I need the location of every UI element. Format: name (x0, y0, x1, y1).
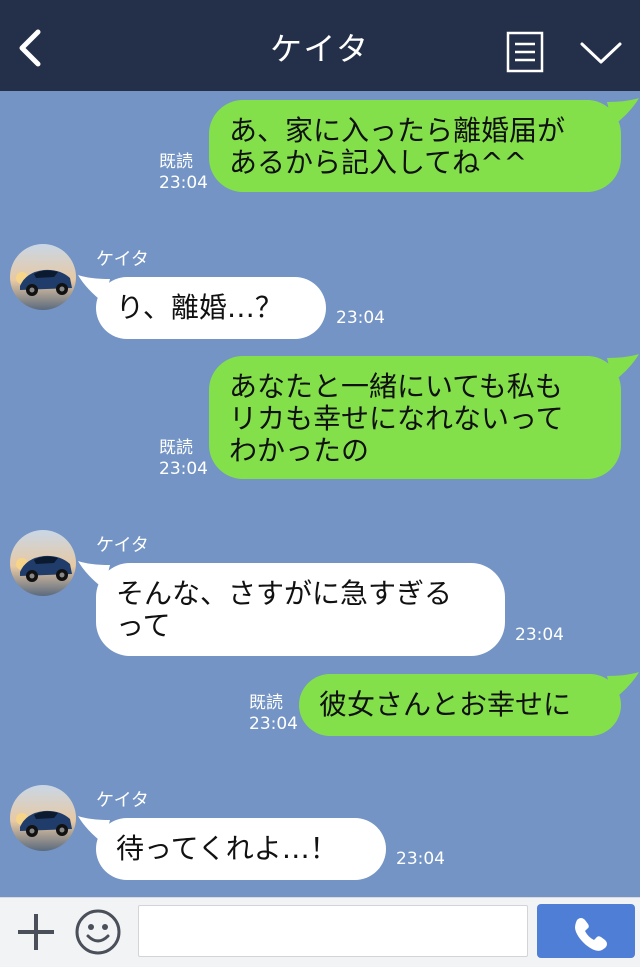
avatar[interactable] (10, 244, 76, 310)
plus-icon (18, 914, 54, 950)
read-label: 既読 (249, 693, 283, 713)
outgoing-message-bubble[interactable]: あなたと一緒にいても私も リカも幸せになれないって わかったの (209, 354, 639, 479)
notes-icon (506, 31, 544, 73)
message-meta: 既読 23:04 (159, 438, 208, 480)
sender-name: ケイタ (96, 249, 149, 270)
sender-name: ケイタ (96, 790, 149, 811)
incoming-message-bubble[interactable]: 待ってくれよ…！ (78, 816, 386, 880)
car-avatar-icon (10, 244, 76, 310)
add-button[interactable] (14, 910, 58, 954)
message-list[interactable]: 既読 23:04 あ、家に入ったら離婚届が あるから記入してね^^ ケイタ り、… (0, 91, 640, 897)
chevron-down-icon (580, 42, 622, 64)
emoji-button[interactable] (74, 908, 122, 956)
bubble-tail (607, 354, 639, 382)
avatar[interactable] (10, 530, 76, 596)
bubble-tail (78, 816, 110, 844)
sender-name: ケイタ (96, 535, 149, 556)
bubble-tail (78, 561, 110, 589)
message-meta: 既読 23:04 (249, 693, 298, 735)
message-text: あなたと一緒にいても私も リカも幸せになれないって わかったの (229, 370, 564, 467)
chat-title: ケイタ (269, 30, 371, 68)
bubble-tail (607, 672, 639, 700)
message-text: そんな、さすがに急すぎる って (116, 577, 453, 642)
message-text: 彼女さんとお幸せに (319, 688, 572, 721)
more-button[interactable] (578, 36, 624, 68)
phone-icon (575, 918, 607, 951)
smiley-icon (75, 909, 121, 955)
message-time: 23:04 (249, 714, 298, 734)
car-avatar-icon (10, 785, 76, 851)
message-input[interactable] (138, 905, 528, 957)
message-time: 23:04 (336, 308, 385, 328)
message-time: 23:04 (396, 849, 445, 869)
message-time: 23:04 (159, 459, 208, 479)
car-avatar-icon (10, 530, 76, 596)
message-text: り、離婚…？ (116, 291, 283, 324)
message-time: 23:04 (515, 625, 564, 645)
bubble-tail (78, 275, 110, 303)
incoming-message-bubble[interactable]: そんな、さすがに急すぎる って (78, 561, 505, 656)
read-label: 既読 (159, 438, 193, 458)
message-text: 待ってくれよ…！ (116, 832, 338, 865)
notes-button[interactable] (506, 31, 544, 73)
outgoing-message-bubble[interactable]: あ、家に入ったら離婚届が あるから記入してね^^ (209, 98, 639, 192)
chat-header: ケイタ (0, 0, 640, 91)
call-button[interactable] (537, 904, 635, 958)
message-time: 23:04 (159, 173, 208, 193)
avatar[interactable] (10, 785, 76, 851)
read-label: 既読 (159, 152, 193, 172)
incoming-message-bubble[interactable]: り、離婚…？ (78, 275, 326, 339)
message-composer (0, 897, 640, 967)
message-meta: 既読 23:04 (159, 152, 208, 194)
message-text: あ、家に入ったら離婚届が あるから記入してね^^ (229, 114, 566, 179)
outgoing-message-bubble[interactable]: 彼女さんとお幸せに (299, 672, 639, 736)
bubble-tail (607, 98, 639, 126)
